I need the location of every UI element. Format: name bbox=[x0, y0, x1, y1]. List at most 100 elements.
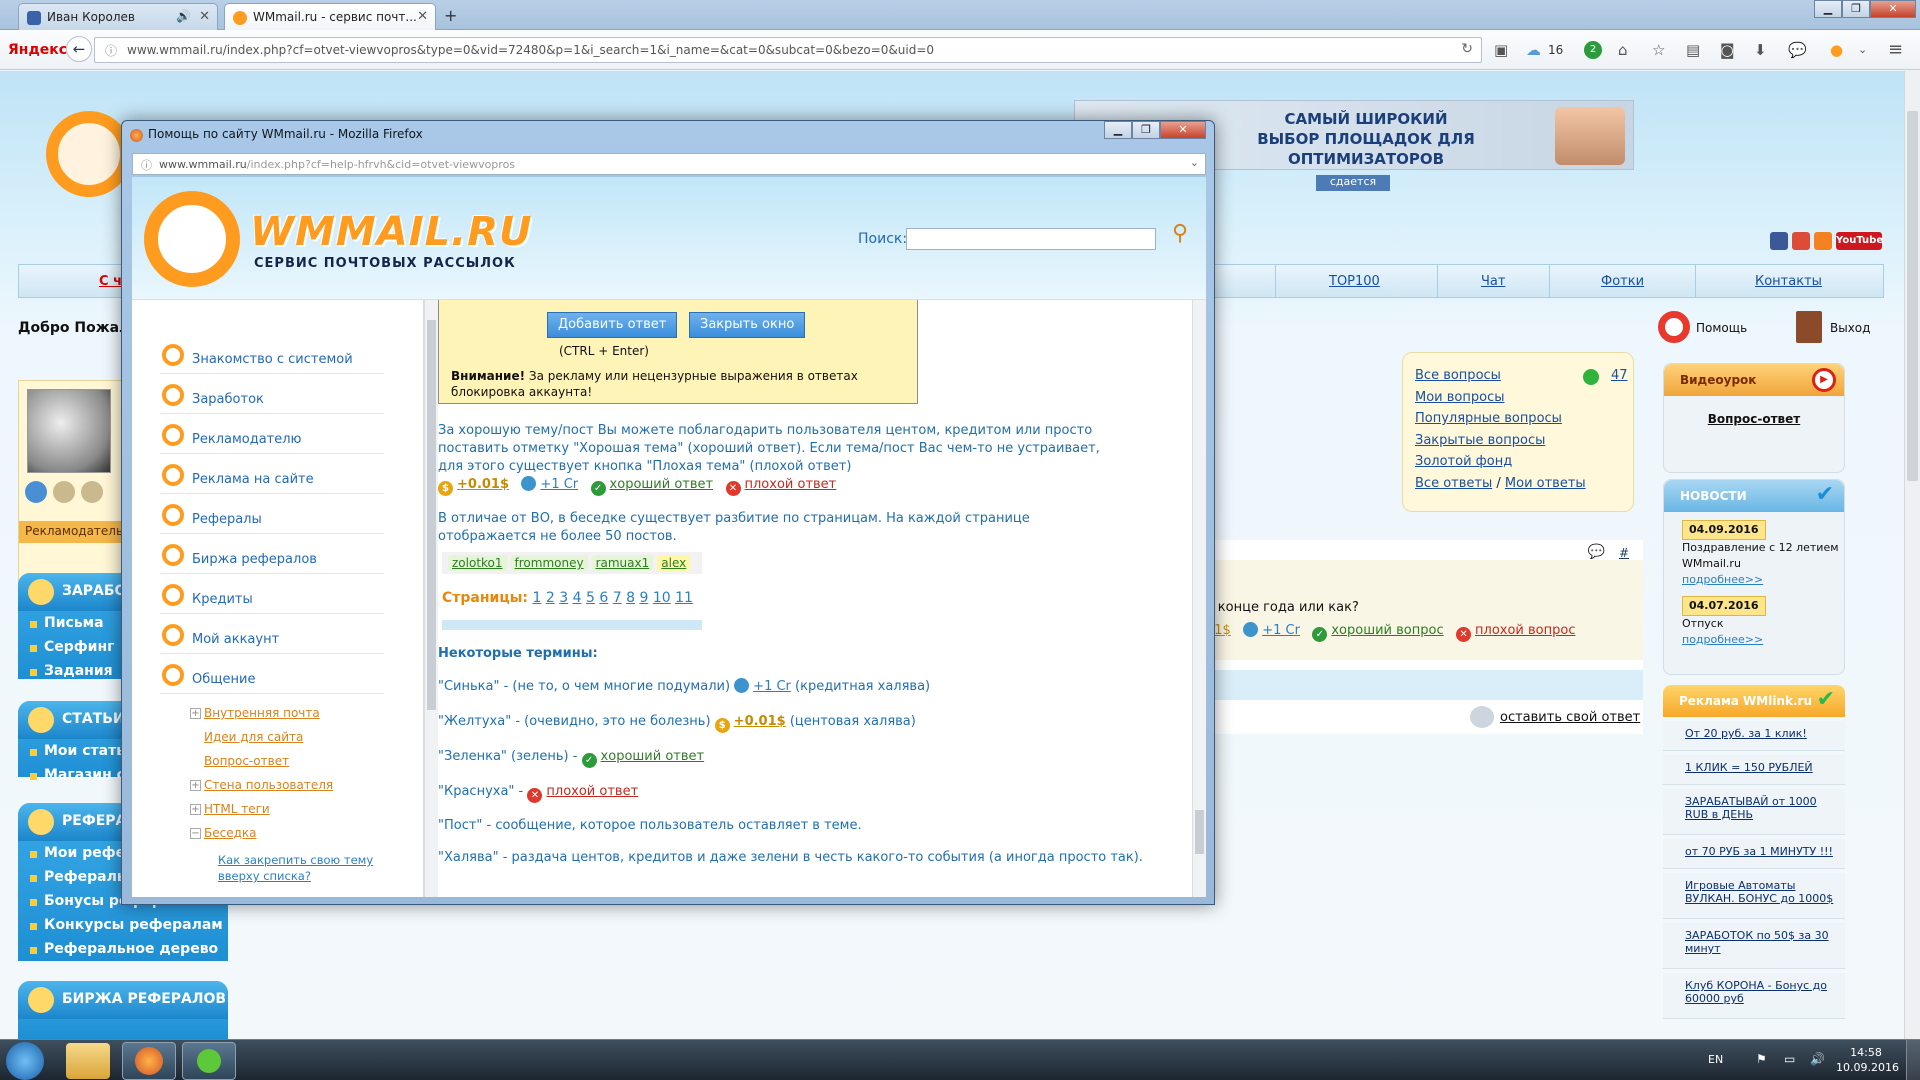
bad-question-link[interactable]: плохой вопрос bbox=[1475, 623, 1575, 638]
expand-icon[interactable]: + bbox=[190, 708, 201, 719]
nav-item-referrals[interactable]: Рефералы bbox=[160, 494, 384, 534]
user-tag[interactable]: zolotko1 bbox=[448, 555, 507, 571]
page-link[interactable]: 1 bbox=[532, 590, 541, 606]
content-scrollbar[interactable] bbox=[1192, 300, 1206, 897]
user-tag[interactable]: ramuax1 bbox=[591, 555, 654, 571]
icq-taskbar-button[interactable] bbox=[182, 1042, 236, 1080]
link-all-answers[interactable]: Все ответы bbox=[1415, 476, 1492, 491]
popup-minimize-button[interactable]: ▁ bbox=[1104, 121, 1132, 139]
ad-item[interactable]: ЗАРАБОТОК по 50$ за 30 минут bbox=[1663, 923, 1845, 969]
credit-link[interactable]: +1 Cr bbox=[1262, 623, 1300, 638]
volume-tray-icon[interactable]: 🔊 bbox=[1810, 1052, 1825, 1066]
ad-item[interactable]: ЗАРАБАТЫВАЙ от 1000 RUB в ДЕНЬ bbox=[1663, 789, 1845, 835]
credit-link[interactable]: +1 Cr bbox=[540, 477, 578, 492]
search-input[interactable] bbox=[906, 228, 1156, 250]
wmmail-logo-icon[interactable] bbox=[144, 191, 240, 287]
page-link[interactable]: 5 bbox=[586, 590, 595, 606]
news-more-link[interactable]: подробнее>> bbox=[1682, 632, 1844, 648]
screenshot-icon[interactable]: ▣ bbox=[1494, 40, 1508, 60]
nav-scrollbar[interactable] bbox=[424, 300, 438, 897]
term-link[interactable]: плохой ответ bbox=[546, 784, 638, 799]
exit-link[interactable]: Выход bbox=[1830, 321, 1870, 335]
url-bar[interactable]: ⓘ www.wmmail.ru/index.php?cf=otvet-viewv… bbox=[94, 37, 1482, 63]
nav-item-earnings[interactable]: Заработок bbox=[160, 374, 384, 414]
speaker-icon[interactable]: 🔊 bbox=[176, 9, 191, 23]
info-icon[interactable]: ⓘ bbox=[141, 157, 152, 173]
close-tab-icon[interactable]: ✕ bbox=[199, 9, 210, 24]
lifebuoy-help-icon[interactable] bbox=[1658, 311, 1690, 343]
leave-answer-link[interactable]: оставить свой ответ bbox=[1500, 710, 1640, 725]
menu-item-chat[interactable]: Чат bbox=[1481, 274, 1505, 289]
close-tab-icon[interactable]: ✕ bbox=[417, 9, 428, 24]
subnav-html-tags[interactable]: HTML теги bbox=[204, 802, 270, 816]
menu-item-contacts[interactable]: Контакты bbox=[1755, 274, 1822, 289]
avatar[interactable] bbox=[27, 389, 111, 473]
tab-wmmail[interactable]: WMmail.ru - сервис почт... ✕ bbox=[224, 3, 436, 30]
page-link[interactable]: 11 bbox=[675, 590, 693, 606]
notification-badge[interactable]: 2 bbox=[1584, 41, 1602, 59]
odnoklassniki-icon[interactable] bbox=[1814, 232, 1832, 250]
network-tray-icon[interactable]: ▭ bbox=[1784, 1052, 1795, 1066]
page-link[interactable]: 8 bbox=[626, 590, 635, 606]
link-my-questions[interactable]: Мои вопросы bbox=[1415, 387, 1586, 409]
wmmail-extension-icon[interactable]: ● bbox=[1830, 40, 1843, 60]
user-tag[interactable]: alex bbox=[657, 555, 691, 571]
ad-item[interactable]: От 20 руб. за 1 клик! bbox=[1663, 721, 1845, 751]
questions-count[interactable]: 47 bbox=[1611, 368, 1628, 383]
scrollbar-thumb[interactable] bbox=[1195, 810, 1204, 854]
collapse-icon[interactable]: − bbox=[190, 828, 201, 839]
page-link[interactable]: 9 bbox=[639, 590, 648, 606]
page-scrollbar[interactable] bbox=[1904, 71, 1920, 1039]
popup-url-bar[interactable]: ⓘ www.wmmail.ru/index.php?cf=help-hfrvh&… bbox=[132, 153, 1206, 175]
hamburger-menu-icon[interactable]: ≡ bbox=[1888, 40, 1903, 60]
flag-tray-icon[interactable]: ⚑ bbox=[1756, 1052, 1767, 1066]
language-indicator[interactable]: EN bbox=[1708, 1053, 1723, 1066]
page-link[interactable]: 10 bbox=[653, 590, 671, 606]
close-window-button[interactable]: ✕ bbox=[1870, 0, 1916, 18]
youtube-icon[interactable]: YouTube bbox=[1836, 232, 1883, 250]
bad-answer-link[interactable]: плохой ответ bbox=[745, 477, 837, 492]
start-button-icon[interactable] bbox=[6, 1042, 44, 1080]
nav-item-communication[interactable]: Общение bbox=[160, 654, 384, 694]
link-closed-questions[interactable]: Закрытые вопросы bbox=[1415, 430, 1586, 452]
term-link[interactable]: +0.01$ bbox=[734, 714, 786, 729]
sidebar-item-referral-tree[interactable]: Реферальное дерево bbox=[18, 937, 228, 961]
good-answer-link[interactable]: хороший ответ bbox=[610, 477, 714, 492]
link-all-questions[interactable]: Все вопросы bbox=[1415, 365, 1586, 387]
news-more-link[interactable]: подробнее>> bbox=[1682, 572, 1844, 588]
ad-item[interactable]: от 70 РУБ за 1 МИНУТУ !!! bbox=[1663, 839, 1845, 869]
logo-text[interactable]: WMMAIL.RU bbox=[250, 209, 533, 255]
sidebar-item-referral-contests[interactable]: Конкурсы рефералам bbox=[18, 913, 228, 937]
info-icon[interactable]: ⓘ bbox=[105, 42, 117, 59]
page-link[interactable]: 4 bbox=[573, 590, 582, 606]
help-link[interactable]: Помощь bbox=[1696, 321, 1747, 335]
scrollbar-thumb[interactable] bbox=[427, 320, 436, 710]
play-icon[interactable]: ▶ bbox=[1812, 368, 1836, 392]
subnav-user-wall[interactable]: Стена пользователя bbox=[204, 778, 333, 792]
chat-icon[interactable]: 💬 bbox=[1788, 40, 1807, 60]
page-link[interactable]: 3 bbox=[559, 590, 568, 606]
advertiser-label[interactable]: Рекламодатель bbox=[19, 521, 123, 543]
bookmarks-list-icon[interactable]: ▤ bbox=[1686, 40, 1700, 60]
google-plus-icon[interactable] bbox=[1792, 232, 1810, 250]
ad-item[interactable]: Игровые Автоматы ВУЛКАН. БОНУС до 1000$ bbox=[1663, 873, 1845, 919]
clock[interactable]: 14:58 10.09.2016 bbox=[1836, 1045, 1899, 1075]
show-desktop-button[interactable] bbox=[1906, 1040, 1920, 1080]
weather-cloud-icon[interactable]: ☁ bbox=[1526, 40, 1541, 60]
term-link[interactable]: хороший ответ bbox=[601, 749, 705, 764]
chevron-down-icon[interactable]: ⌄ bbox=[1190, 156, 1199, 169]
nav-item-intro[interactable]: Знакомство с системой bbox=[160, 334, 384, 374]
bookmark-star-icon[interactable]: ☆ bbox=[1652, 40, 1665, 60]
video-link[interactable]: Вопрос-ответ bbox=[1664, 412, 1844, 426]
exit-door-icon[interactable] bbox=[1796, 311, 1822, 343]
menu-item-photos[interactable]: Фотки bbox=[1601, 274, 1644, 289]
home-icon[interactable]: ⌂ bbox=[1618, 40, 1628, 60]
search-icon[interactable]: ⚲ bbox=[1172, 221, 1188, 246]
close-window-button[interactable]: Закрыть окно bbox=[689, 312, 806, 338]
term-link[interactable]: +1 Cr bbox=[753, 679, 791, 694]
tab-ivan-korolev[interactable]: Иван Королев 🔊 ✕ bbox=[18, 3, 218, 30]
comments-icon[interactable]: 💬 bbox=[1588, 544, 1605, 560]
cent-link[interactable]: +0.01$ bbox=[457, 477, 509, 492]
menu-item-top100[interactable]: ТОР100 bbox=[1329, 274, 1380, 289]
user-tag[interactable]: frommoney bbox=[510, 555, 588, 571]
